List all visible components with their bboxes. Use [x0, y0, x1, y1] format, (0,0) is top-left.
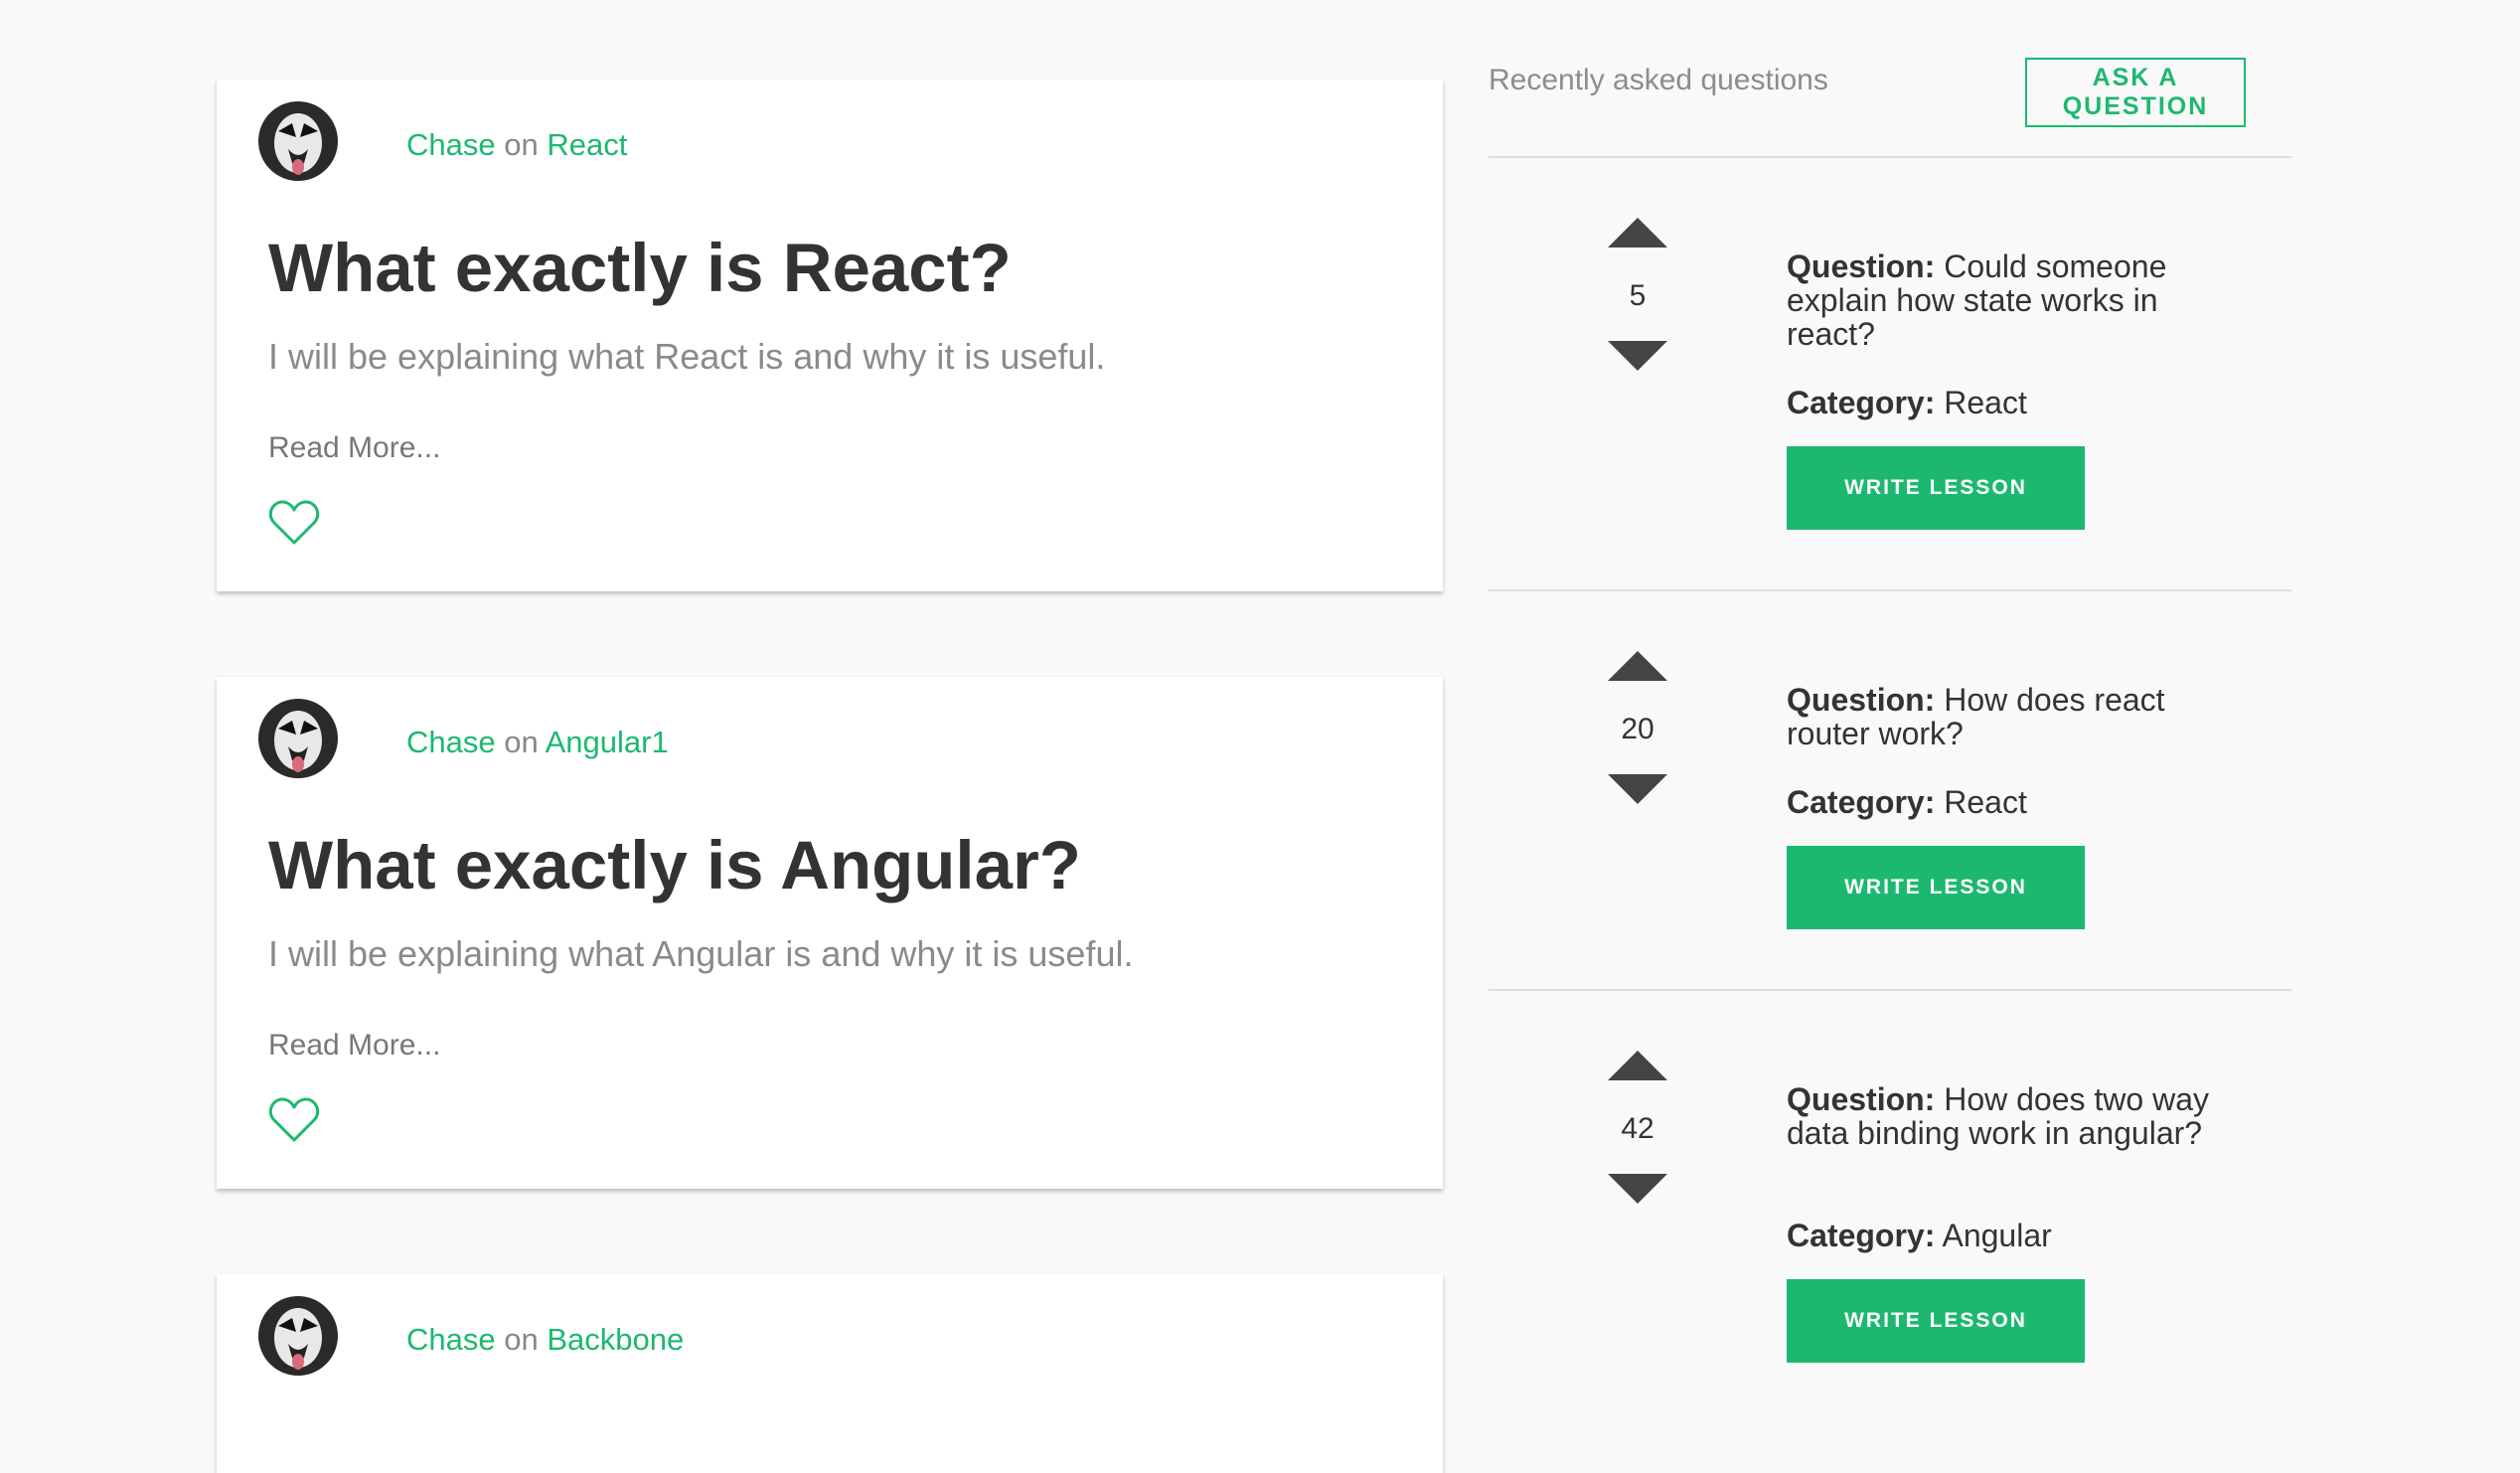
vote-count: 42	[1621, 1112, 1654, 1145]
downvote-arrow-icon[interactable]	[1608, 1174, 1667, 1204]
question-category: Category: React	[1787, 385, 2027, 421]
byline: Chase on React	[406, 127, 627, 163]
category-value: React	[1944, 784, 2027, 820]
upvote-arrow-icon[interactable]	[1608, 651, 1667, 681]
category-label: Category:	[1787, 784, 1936, 820]
vote-count: 5	[1629, 279, 1647, 312]
heart-icon[interactable]	[268, 499, 320, 547]
downvote-arrow-icon[interactable]	[1608, 774, 1667, 804]
lesson-card: Chase on Backbone	[217, 1274, 1443, 1473]
lesson-description: I will be explaining what React is and w…	[268, 336, 1106, 377]
question-category: Category: Angular	[1787, 1218, 2052, 1254]
category-label: Category:	[1787, 385, 1936, 420]
write-lesson-button[interactable]: WRITE LESSON	[1787, 846, 2085, 929]
upvote-arrow-icon[interactable]	[1608, 218, 1667, 247]
category-value: Angular	[1942, 1218, 2052, 1253]
vote-count: 20	[1621, 713, 1654, 745]
author-link[interactable]: Chase	[406, 1322, 496, 1357]
question-item: 42 Question: How does two way data bindi…	[1489, 991, 2291, 1374]
topic-link[interactable]: Backbone	[547, 1322, 684, 1357]
lesson-description: I will be explaining what Angular is and…	[268, 933, 1134, 974]
topic-link[interactable]: React	[547, 127, 627, 162]
avatar[interactable]	[258, 101, 338, 181]
author-link[interactable]: Chase	[406, 127, 496, 162]
read-more-link[interactable]: Read More...	[268, 1029, 440, 1063]
question-text: Question: How does two way data binding …	[1787, 1082, 2214, 1150]
byline-on: on	[504, 725, 539, 759]
question-label: Question:	[1787, 682, 1936, 718]
question-item: 5 Question: Could someone explain how st…	[1489, 158, 2291, 589]
ask-question-button[interactable]: ASK A QUESTION	[2025, 58, 2246, 127]
question-label: Question:	[1787, 248, 1936, 284]
byline-on: on	[504, 127, 539, 162]
byline: Chase on Angular1	[406, 725, 669, 760]
question-item: 20 Question: How does react router work?…	[1489, 591, 2291, 989]
avatar[interactable]	[258, 699, 338, 778]
category-value: React	[1944, 385, 2027, 420]
read-more-link[interactable]: Read More...	[268, 431, 440, 465]
question-label: Question:	[1787, 1081, 1936, 1117]
author-link[interactable]: Chase	[406, 725, 496, 759]
write-lesson-button[interactable]: WRITE LESSON	[1787, 446, 2085, 530]
write-lesson-button[interactable]: WRITE LESSON	[1787, 1279, 2085, 1363]
topic-link[interactable]: Angular1	[546, 725, 669, 759]
lesson-card: Chase on Angular1 What exactly is Angula…	[217, 677, 1443, 1189]
question-text: Question: Could someone explain how stat…	[1787, 249, 2214, 351]
lesson-title[interactable]: What exactly is Angular?	[268, 826, 1081, 904]
recent-questions-heading: Recently asked questions	[1489, 64, 1828, 96]
category-label: Category:	[1787, 1218, 1936, 1253]
byline: Chase on Backbone	[406, 1322, 684, 1358]
downvote-arrow-icon[interactable]	[1608, 341, 1667, 371]
avatar[interactable]	[258, 1296, 338, 1376]
upvote-arrow-icon[interactable]	[1608, 1051, 1667, 1080]
lesson-card: Chase on React What exactly is React? I …	[217, 80, 1443, 591]
lesson-title[interactable]: What exactly is React?	[268, 229, 1012, 307]
heart-icon[interactable]	[268, 1096, 320, 1144]
question-category: Category: React	[1787, 784, 2027, 821]
question-text: Question: How does react router work?	[1787, 683, 2214, 750]
byline-on: on	[504, 1322, 539, 1357]
